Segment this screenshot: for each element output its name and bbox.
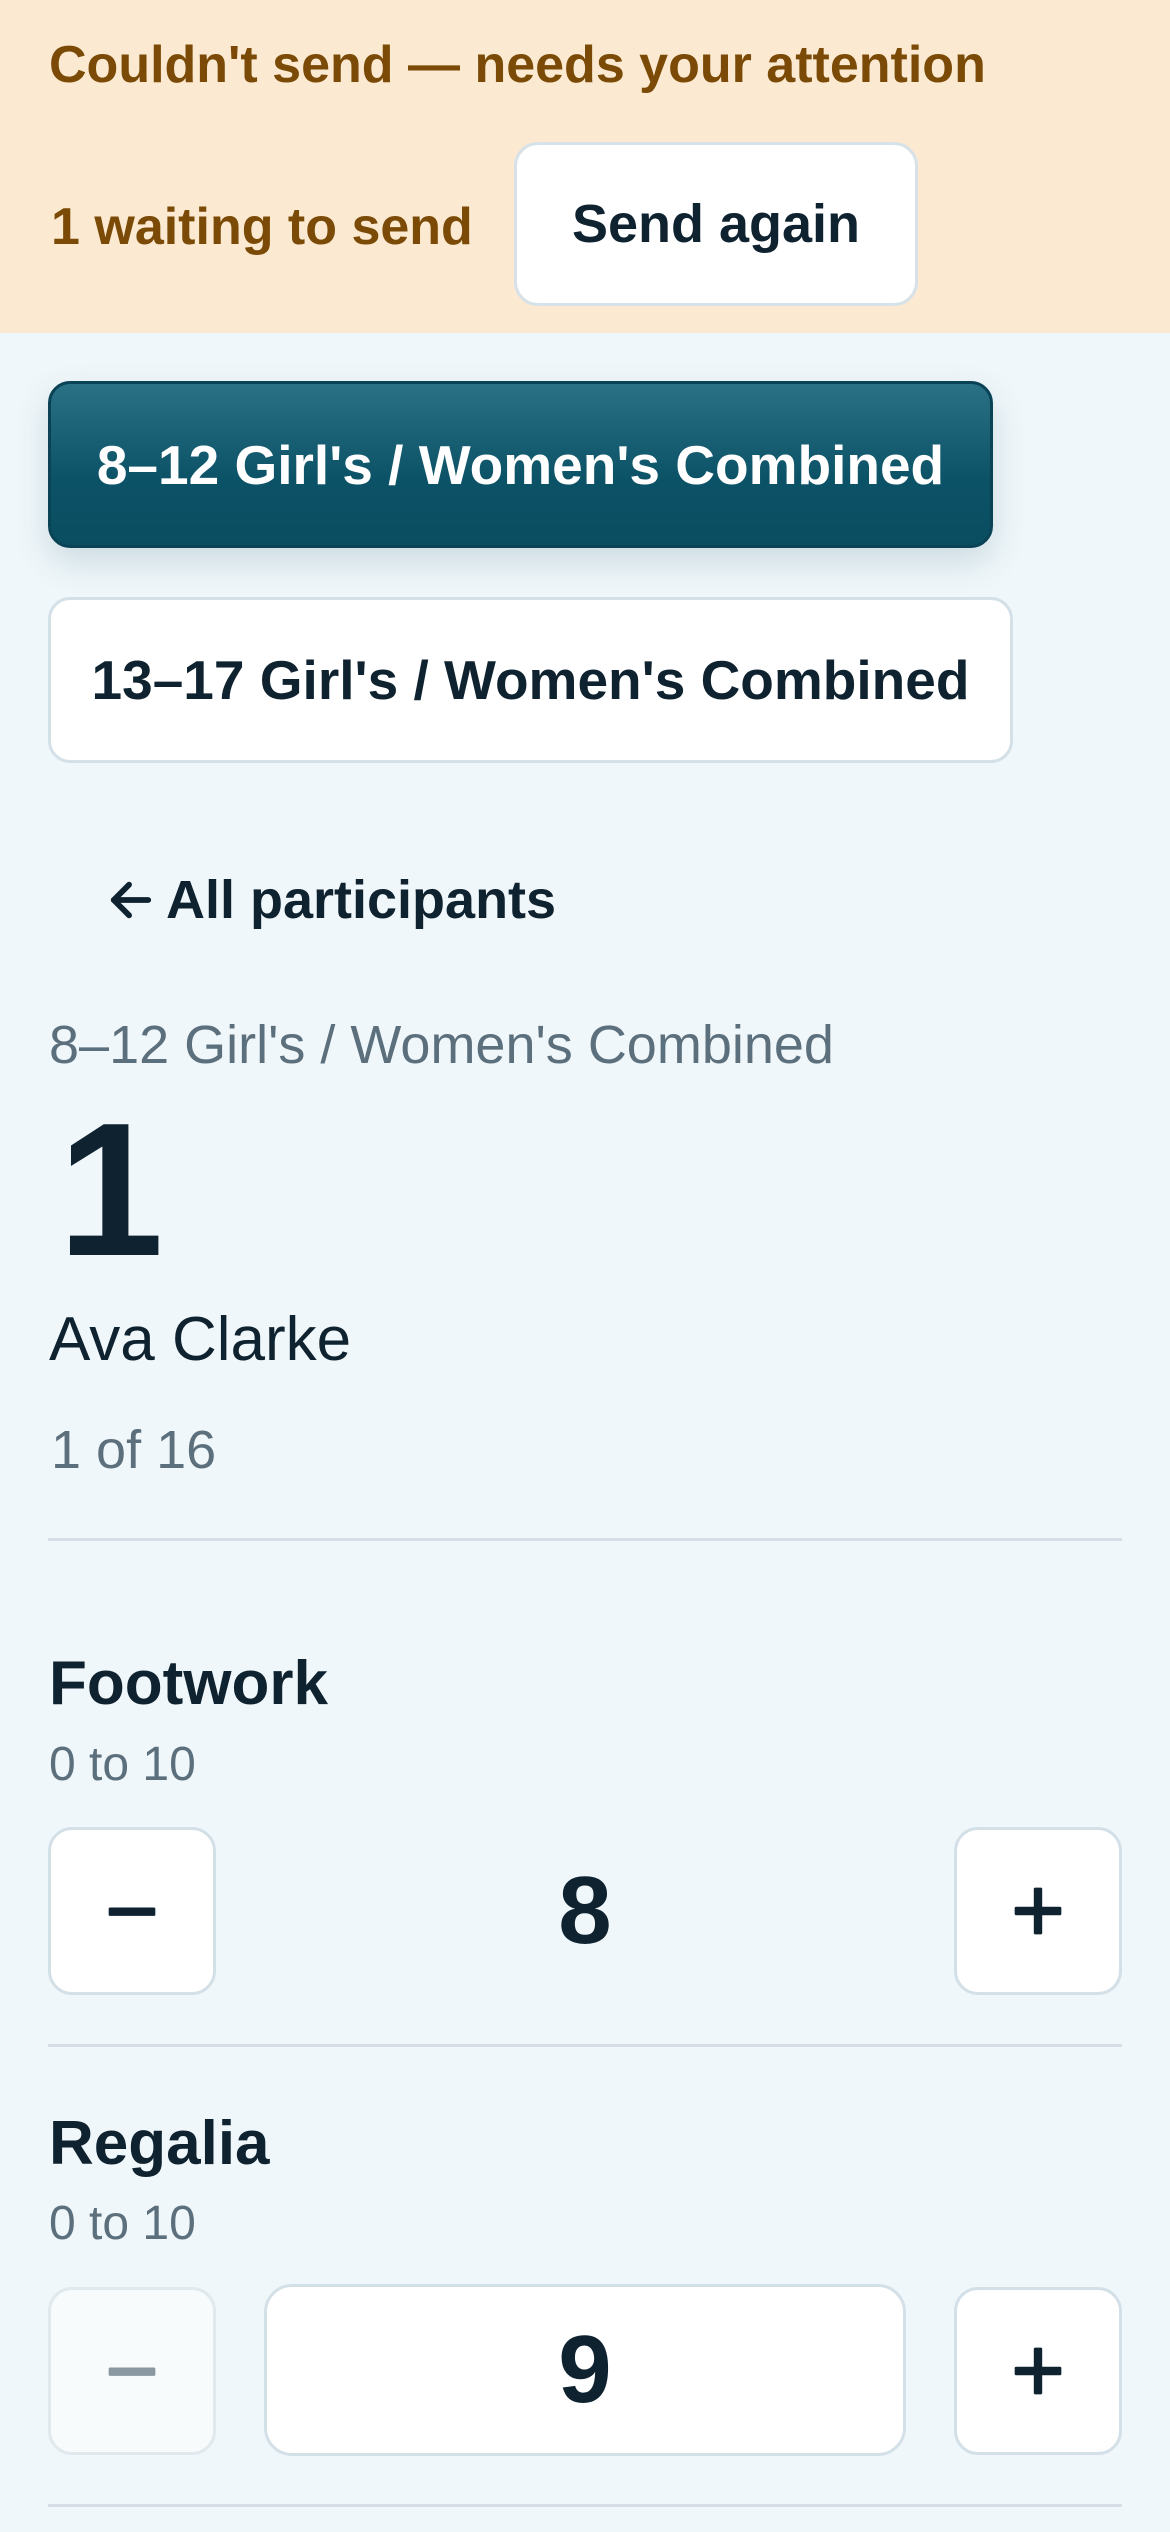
plus-icon bbox=[1014, 1887, 1062, 1935]
regalia-decrement-button[interactable] bbox=[48, 2287, 216, 2455]
division-tab-13-17[interactable]: 13–17 Girl's / Women's Combined bbox=[48, 597, 1013, 763]
send-again-button[interactable]: Send again bbox=[514, 142, 918, 306]
criterion-title: Regalia bbox=[49, 2109, 270, 2178]
plus-icon bbox=[1014, 2347, 1062, 2395]
all-participants-label: All participants bbox=[166, 870, 557, 930]
sync-warning-banner: Couldn't send — needs your attention 1 w… bbox=[0, 0, 1170, 333]
divider bbox=[48, 2044, 1122, 2047]
regalia-score-input[interactable]: 9 bbox=[264, 2284, 906, 2456]
footwork-increment-button[interactable] bbox=[954, 1827, 1122, 1995]
participant-name: Ava Clarke bbox=[49, 1305, 352, 1374]
criterion-range: 0 to 10 bbox=[49, 2197, 196, 2250]
participant-division: 8–12 Girl's / Women's Combined bbox=[49, 1015, 834, 1075]
footwork-decrement-button[interactable] bbox=[48, 1827, 216, 1995]
banner-title: Couldn't send — needs your attention bbox=[49, 36, 986, 94]
minus-icon bbox=[108, 2367, 156, 2376]
divider bbox=[48, 1538, 1122, 1541]
regalia-increment-button[interactable] bbox=[954, 2287, 1122, 2455]
footwork-score-value: 8 bbox=[558, 1857, 612, 1964]
pending-count-text: 1 waiting to send bbox=[51, 198, 473, 256]
division-tab-8-12[interactable]: 8–12 Girl's / Women's Combined bbox=[48, 381, 993, 548]
minus-icon bbox=[108, 1907, 156, 1916]
arrow-left-icon bbox=[110, 881, 152, 919]
all-participants-link[interactable]: All participants bbox=[108, 860, 556, 940]
criterion-title: Footwork bbox=[49, 1649, 328, 1718]
divider bbox=[48, 2504, 1122, 2507]
criterion-range: 0 to 10 bbox=[49, 1738, 196, 1791]
participant-number: 1 bbox=[58, 1084, 164, 1296]
participant-position: 1 of 16 bbox=[51, 1420, 217, 1480]
